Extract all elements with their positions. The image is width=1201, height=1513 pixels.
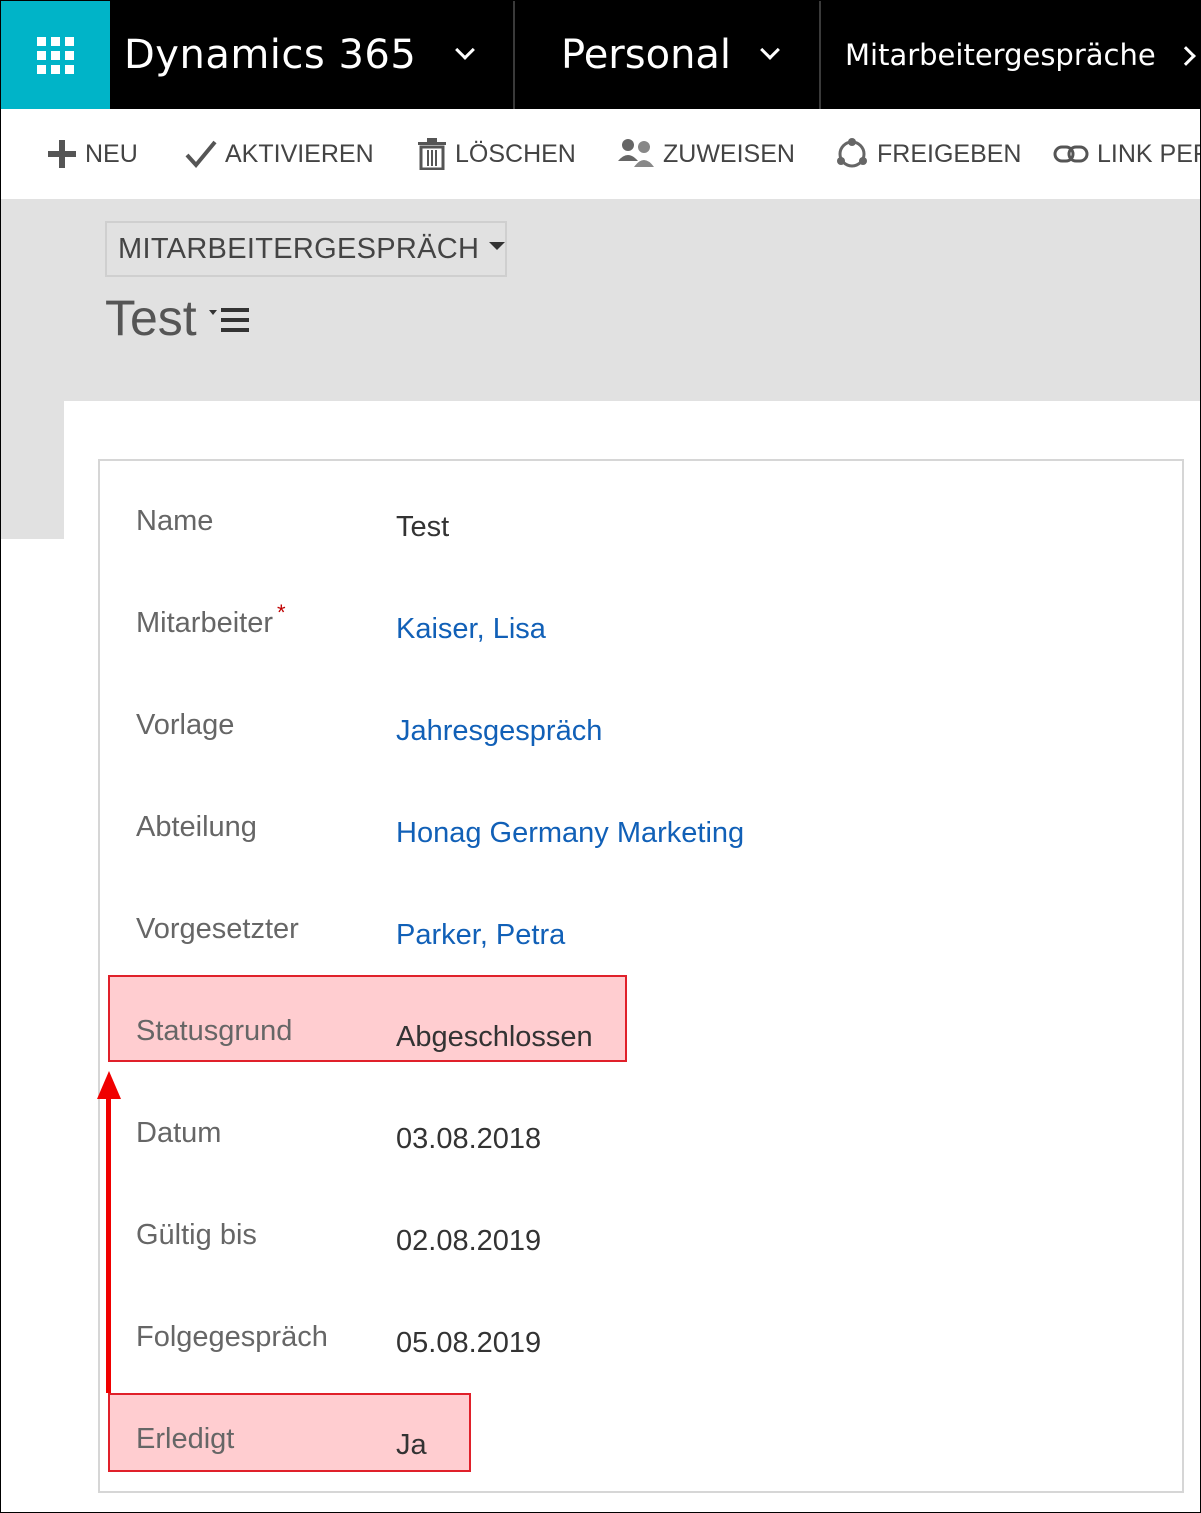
- field-value-datum[interactable]: 03.08.2018: [396, 1123, 541, 1156]
- entity-name: Mitarbeitergespräche: [845, 38, 1156, 72]
- form-selector[interactable]: MITARBEITERGESPRÄCH: [105, 221, 507, 277]
- app-switcher[interactable]: Dynamics 365: [110, 1, 513, 109]
- general-section: Name Test Mitarbeiter * Kaiser, Lisa Vorl…: [98, 459, 1184, 1493]
- chevron-down-icon: [760, 40, 780, 60]
- field-label-mitarbeiter: Mitarbeiter *: [136, 600, 286, 640]
- activate-button-label: AKTIVIEREN: [225, 139, 374, 168]
- checkmark-icon: [185, 139, 217, 169]
- assign-button[interactable]: ZUWEISEN: [617, 109, 795, 199]
- delete-button-label: LÖSCHEN: [455, 139, 576, 168]
- trash-icon: [417, 138, 447, 170]
- field-label: Name: [136, 505, 214, 537]
- record-title: Test: [105, 290, 197, 346]
- new-button-label: NEU: [85, 139, 138, 168]
- field-row-statusgrund: Statusgrund Abgeschlossen: [100, 987, 1186, 1089]
- assign-button-label: ZUWEISEN: [663, 139, 795, 168]
- field-row-name: Name Test: [100, 477, 1186, 579]
- field-value-folgegespraech[interactable]: 05.08.2019: [396, 1327, 541, 1360]
- link-button[interactable]: LINK PER: [1053, 109, 1201, 199]
- field-row-gueltig-bis: Gültig bis 02.08.2019: [100, 1191, 1186, 1293]
- command-bar: NEU AKTIVIEREN LÖSCHEN ZUWEISEN FREIGEBE…: [1, 109, 1201, 199]
- field-label: Vorgesetzter: [136, 913, 299, 945]
- field-label: Gültig bis: [136, 1219, 257, 1251]
- field-label: Mitarbeiter: [136, 607, 273, 639]
- form-selector-label: MITARBEITERGESPRÄCH: [118, 232, 480, 265]
- field-value-name[interactable]: Test: [396, 511, 449, 544]
- link-button-label: LINK PER: [1097, 139, 1201, 168]
- assign-users-icon: [617, 137, 655, 171]
- activate-button[interactable]: AKTIVIEREN: [185, 109, 374, 199]
- chevron-down-icon: [455, 40, 475, 60]
- field-row-folgegespraech: Folgegespräch 05.08.2019: [100, 1293, 1186, 1395]
- annotation-arrow-head-icon: [97, 1071, 121, 1099]
- field-label: Erledigt: [136, 1423, 235, 1455]
- new-button[interactable]: NEU: [47, 109, 138, 199]
- annotation-arrow-line: [106, 1095, 111, 1393]
- field-value-statusgrund[interactable]: Abgeschlossen: [396, 1021, 593, 1054]
- entity-breadcrumb[interactable]: Mitarbeitergespräche: [819, 1, 1200, 109]
- list-menu-icon: [209, 308, 249, 332]
- field-row-datum: Datum 03.08.2018: [100, 1089, 1186, 1191]
- field-row-mitarbeiter: Mitarbeiter * Kaiser, Lisa: [100, 579, 1186, 681]
- app-launcher-button[interactable]: [1, 1, 110, 109]
- field-value-mitarbeiter[interactable]: Kaiser, Lisa: [396, 613, 546, 646]
- field-row-vorlage: Vorlage Jahresgespräch: [100, 681, 1186, 783]
- field-value-vorgesetzter[interactable]: Parker, Petra: [396, 919, 565, 952]
- area-name: Personal: [561, 32, 732, 78]
- field-label: Abteilung: [136, 811, 257, 843]
- record-menu-button[interactable]: [209, 306, 251, 336]
- field-label: Statusgrund: [136, 1015, 293, 1047]
- area-switcher[interactable]: Personal: [513, 1, 819, 109]
- field-label: Folgegespräch: [136, 1321, 328, 1353]
- chevron-right-icon: [1176, 46, 1196, 66]
- field-value-erledigt[interactable]: Ja: [396, 1429, 427, 1462]
- field-value-gueltig-bis[interactable]: 02.08.2019: [396, 1225, 541, 1258]
- top-nav-bar: Dynamics 365 Personal Mitarbeitergespräc…: [1, 1, 1200, 109]
- share-icon: [835, 137, 869, 171]
- waffle-icon: [37, 36, 74, 74]
- field-row-vorgesetzter: Vorgesetzter Parker, Petra: [100, 885, 1186, 987]
- field-value-abteilung[interactable]: Honag Germany Marketing: [396, 817, 744, 850]
- field-value-vorlage[interactable]: Jahresgespräch: [396, 715, 602, 748]
- share-button[interactable]: FREIGEBEN: [835, 109, 1021, 199]
- link-icon: [1053, 144, 1089, 164]
- plus-icon: [47, 139, 77, 169]
- delete-button[interactable]: LÖSCHEN: [417, 109, 576, 199]
- required-marker: *: [277, 600, 286, 625]
- field-row-abteilung: Abteilung Honag Germany Marketing: [100, 783, 1186, 885]
- field-row-erledigt: Erledigt Ja: [100, 1395, 1186, 1497]
- app-name: Dynamics 365: [124, 32, 417, 78]
- field-label: Datum: [136, 1117, 222, 1149]
- share-button-label: FREIGEBEN: [877, 139, 1022, 168]
- caret-down-icon: [489, 242, 506, 250]
- field-label: Vorlage: [136, 709, 235, 741]
- app-window: Dynamics 365 Personal Mitarbeitergespräc…: [0, 0, 1201, 1513]
